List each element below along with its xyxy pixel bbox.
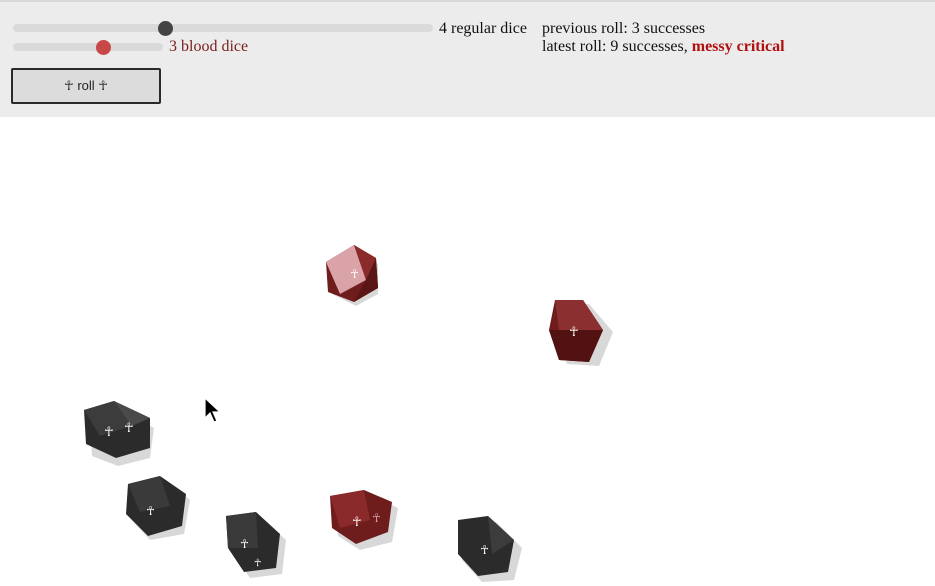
regular-dice-slider-thumb[interactable] [157,20,173,36]
blood-dice-slider-track[interactable] [13,43,163,51]
dice-table: ☥ ☥ ☥ ☥ ☥ ☥ ☥ ☥ ☥ ☥ [0,118,935,586]
blood-die[interactable]: ☥ [545,296,617,370]
blood-dice-slider[interactable] [13,39,163,55]
ankh-icon: ☥ [350,267,359,281]
previous-roll-text: previous roll: 3 successes [542,20,706,37]
blood-die[interactable]: ☥ ☥ [326,488,400,552]
latest-roll-summary: latest roll: 9 successes, [542,38,688,55]
control-panel: 4 regular dice 3 blood dice previous rol… [0,2,935,117]
regular-dice-label: 4 regular dice [439,20,527,37]
ankh-icon: ☥ [254,558,261,569]
regular-dice-slider[interactable] [13,20,433,36]
blood-die[interactable]: ☥ [320,240,386,310]
ankh-icon: ☥ [146,504,155,518]
ankh-icon: ☥ [124,421,134,436]
regular-die[interactable]: ☥ ☥ [80,398,158,470]
blood-dice-slider-thumb[interactable] [95,39,111,55]
roll-button-label: ☥ roll ☥ [64,78,108,93]
ankh-icon: ☥ [372,511,381,525]
regular-die[interactable]: ☥ [452,514,526,584]
ankh-icon: ☥ [240,537,249,551]
ankh-icon: ☥ [480,543,489,557]
messy-critical-badge: messy critical [691,38,785,55]
regular-die[interactable]: ☥ ☥ [220,510,290,580]
regular-die[interactable]: ☥ [122,474,192,544]
blood-dice-label: 3 blood dice [169,38,249,55]
ankh-icon: ☥ [352,515,362,530]
latest-roll-text: latest roll: 9 successes, messy critical [542,38,785,56]
mouse-pointer-icon [204,396,222,423]
roll-button[interactable]: ☥ roll ☥ [11,68,161,104]
ankh-icon: ☥ [104,425,114,440]
ankh-icon: ☥ [569,325,579,340]
regular-dice-slider-track[interactable] [13,24,433,32]
